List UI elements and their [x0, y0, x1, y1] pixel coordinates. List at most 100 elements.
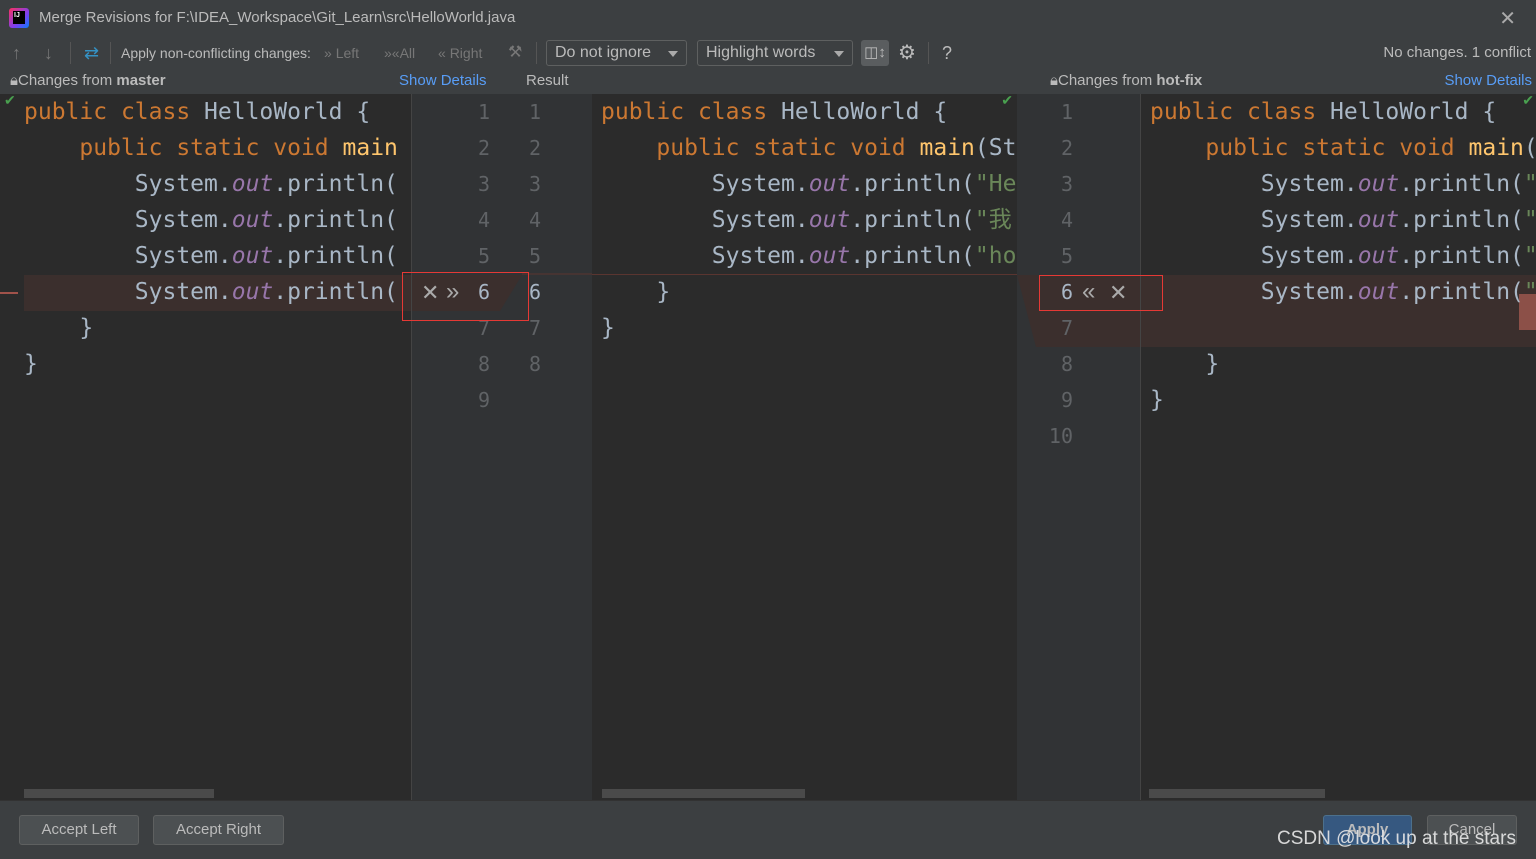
line-number: 3: [477, 172, 490, 196]
prev-difference-icon[interactable]: ↑: [12, 38, 21, 68]
code-line: System.out.println("我: [601, 202, 1012, 238]
code-token: out: [231, 243, 274, 269]
code-token: out: [1357, 207, 1400, 233]
accept-left-button[interactable]: Accept Left: [19, 815, 139, 845]
conflict-connector: [1017, 275, 1140, 347]
divider: [110, 42, 111, 64]
code-line: }: [24, 310, 93, 346]
code-token: static: [176, 135, 274, 161]
gear-icon[interactable]: ⚙: [898, 38, 916, 68]
code-token: void: [850, 135, 920, 161]
divider: [536, 42, 537, 64]
code-token: HelloWorld {: [204, 99, 371, 125]
right-editor[interactable]: ✔ public class HelloWorld { public stati…: [1140, 94, 1536, 800]
double-chevron-left-icon: «: [438, 45, 446, 61]
code-token: .println(: [850, 243, 975, 269]
code-token: void: [1399, 135, 1469, 161]
code-token: .println(: [1399, 279, 1524, 305]
code-token: .println(: [1399, 171, 1524, 197]
code-token: .println(: [850, 207, 975, 233]
right-horizontal-scrollbar[interactable]: [1149, 789, 1325, 798]
lock-icon: 🔒︎: [1050, 72, 1058, 89]
code-token: .println(: [273, 243, 398, 269]
accept-right-button[interactable]: Accept Right: [153, 815, 284, 845]
left-horizontal-scrollbar[interactable]: [24, 789, 214, 798]
line-number: 9: [477, 388, 490, 412]
resolve-magic-icon[interactable]: ⇄: [84, 38, 99, 68]
code-token: }: [601, 315, 615, 341]
line-number: 8: [477, 352, 490, 376]
code-token: (: [1524, 135, 1536, 161]
code-line: System.out.println(: [24, 238, 398, 274]
check-icon: ✔: [4, 94, 16, 108]
line-number: 9: [1060, 388, 1073, 412]
double-chevron-both-icon: »«: [384, 45, 400, 61]
code-token: ": [1524, 207, 1536, 233]
code-token: static: [1302, 135, 1400, 161]
apply-left-button[interactable]: » Left: [324, 38, 359, 68]
code-token: .println(: [273, 207, 398, 233]
code-token: System.: [1150, 171, 1358, 197]
code-token: System.: [24, 243, 232, 269]
code-line: }: [601, 310, 615, 346]
code-token: "ho: [974, 243, 1017, 269]
ignore-whitespace-select[interactable]: Do not ignore: [546, 40, 687, 66]
logo-text: IJ: [13, 11, 25, 24]
line-number: 8: [1060, 352, 1073, 376]
line-number: 3: [528, 172, 541, 196]
dropdown-arrow-icon: [668, 51, 678, 57]
apply-all-button[interactable]: »«All: [384, 38, 415, 68]
code-token: }: [24, 315, 94, 341]
line-number: 5: [528, 244, 541, 268]
code-token: }: [1150, 387, 1164, 413]
header-prefix: Changes from: [1057, 72, 1157, 89]
code-token: void: [273, 135, 343, 161]
code-line: }: [601, 274, 670, 310]
apply-right-button[interactable]: « Right: [438, 38, 482, 68]
code-token: .println(: [1399, 207, 1524, 233]
line-number: 4: [1060, 208, 1073, 232]
left-gutter: 12345678912345678: [411, 94, 593, 800]
branch-name: hot-fix: [1156, 72, 1203, 89]
code-token: out: [1357, 243, 1400, 269]
magic-wand-icon[interactable]: ⚒: [508, 38, 522, 68]
code-token: public: [1150, 135, 1303, 161]
apply-left-label: Left: [335, 45, 360, 61]
left-editor[interactable]: ✔ public class HelloWorld { public stati…: [0, 94, 411, 800]
code-token: .println(: [850, 171, 975, 197]
code-token: }: [601, 279, 671, 305]
code-token: .println(: [273, 171, 398, 197]
code-token: "He: [974, 171, 1017, 197]
result-horizontal-scrollbar[interactable]: [602, 789, 805, 798]
line-number: 5: [477, 244, 490, 268]
code-token: out: [808, 171, 851, 197]
code-token: public: [24, 99, 121, 125]
code-token: out: [808, 207, 851, 233]
show-details-right-link[interactable]: Show Details: [1444, 71, 1532, 91]
header-prefix: Changes from: [17, 72, 117, 89]
code-token: System.: [1150, 243, 1358, 269]
code-token: class: [1246, 99, 1331, 125]
intellij-logo-icon: IJ: [9, 8, 29, 28]
code-token: out: [1357, 279, 1400, 305]
close-icon[interactable]: ✕: [1499, 6, 1516, 31]
highlight-mode-select[interactable]: Highlight words: [697, 40, 853, 66]
apply-all-label: All: [399, 45, 416, 61]
check-icon: ✔: [1001, 94, 1013, 108]
help-icon[interactable]: ?: [942, 38, 952, 68]
code-line: public class HelloWorld {: [24, 94, 370, 130]
divider: [70, 42, 71, 64]
sync-scroll-toggle-icon[interactable]: ◫↕: [861, 40, 889, 66]
check-icon: ✔: [1522, 94, 1534, 108]
result-editor[interactable]: ✔ public class HelloWorld { public stati…: [592, 94, 1017, 800]
code-token: .println(: [273, 279, 398, 305]
next-difference-icon[interactable]: ↓: [44, 38, 53, 68]
show-details-left-link[interactable]: Show Details: [399, 71, 487, 91]
code-line: public static void main(St: [601, 130, 1016, 166]
code-token: .println(: [1399, 243, 1524, 269]
code-token: public: [601, 135, 754, 161]
code-line: }: [24, 346, 38, 382]
divider: [928, 42, 929, 64]
annotation-box: [402, 272, 529, 321]
code-token: "我: [974, 207, 1012, 233]
